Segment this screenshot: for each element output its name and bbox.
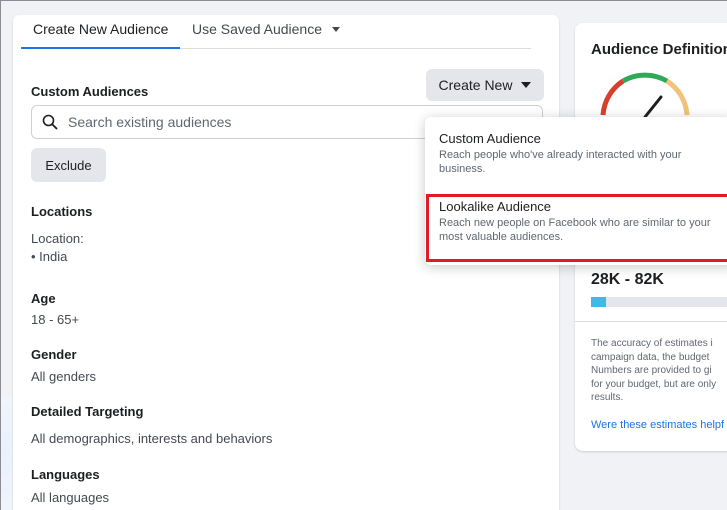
estimates-feedback-link[interactable]: Were these estimates helpf bbox=[591, 419, 724, 431]
divider bbox=[575, 321, 727, 322]
tab-create-new-audience[interactable]: Create New Audience bbox=[20, 21, 181, 49]
audience-definition-title: Audience Definition bbox=[591, 41, 727, 58]
reach-estimate: 28K - 82K bbox=[591, 271, 664, 288]
exclude-label: Exclude bbox=[45, 157, 92, 173]
menu-item-description: Reach people who've already interacted w… bbox=[439, 149, 682, 175]
menu-item-lookalike-audience[interactable]: Lookalike Audience Reach new people on F… bbox=[425, 197, 727, 265]
gender-value: All genders bbox=[31, 369, 97, 384]
locations-title: Locations bbox=[31, 204, 93, 219]
languages-title: Languages bbox=[31, 467, 100, 482]
create-new-label: Create New bbox=[438, 77, 513, 93]
detailed-targeting-title: Detailed Targeting bbox=[31, 404, 144, 419]
tab-create-new-label: Create New Audience bbox=[33, 21, 169, 37]
detailed-targeting-value: All demographics, interests and behavior… bbox=[31, 431, 273, 446]
exclude-button[interactable]: Exclude bbox=[31, 148, 106, 182]
create-new-button[interactable]: Create New bbox=[426, 69, 544, 101]
menu-item-description: Reach new people on Facebook who are sim… bbox=[439, 217, 711, 243]
tab-use-saved-audience[interactable]: Use Saved Audience bbox=[192, 21, 340, 37]
audience-gauge-icon bbox=[600, 72, 690, 119]
age-title: Age bbox=[31, 291, 56, 306]
languages-value: All languages bbox=[31, 490, 110, 505]
chevron-down-icon bbox=[331, 27, 340, 32]
create-new-dropdown: Custom Audience Reach people who've alre… bbox=[425, 117, 727, 265]
menu-item-title: Custom Audience bbox=[439, 131, 541, 146]
menu-item-title: Lookalike Audience bbox=[439, 199, 552, 214]
audience-tabs: Create New Audience Use Saved Audience bbox=[20, 19, 531, 49]
reach-bar bbox=[591, 297, 727, 307]
app-frame: Create New Audience Use Saved Audience C… bbox=[0, 0, 727, 510]
location-item: • India bbox=[31, 249, 68, 264]
gender-title: Gender bbox=[31, 347, 77, 362]
estimate-disclaimer: The accuracy of estimates i campaign dat… bbox=[591, 338, 717, 403]
custom-audiences-title: Custom Audiences bbox=[31, 84, 149, 99]
search-icon bbox=[42, 114, 58, 130]
menu-item-custom-audience[interactable]: Custom Audience Reach people who've alre… bbox=[425, 131, 727, 176]
reach-bar-fill bbox=[591, 297, 606, 307]
age-value: 18 - 65+ bbox=[31, 312, 80, 327]
location-label: Location: bbox=[31, 231, 84, 246]
caret-down-icon bbox=[521, 82, 532, 88]
tab-use-saved-label: Use Saved Audience bbox=[192, 21, 322, 37]
search-input[interactable] bbox=[68, 114, 368, 130]
